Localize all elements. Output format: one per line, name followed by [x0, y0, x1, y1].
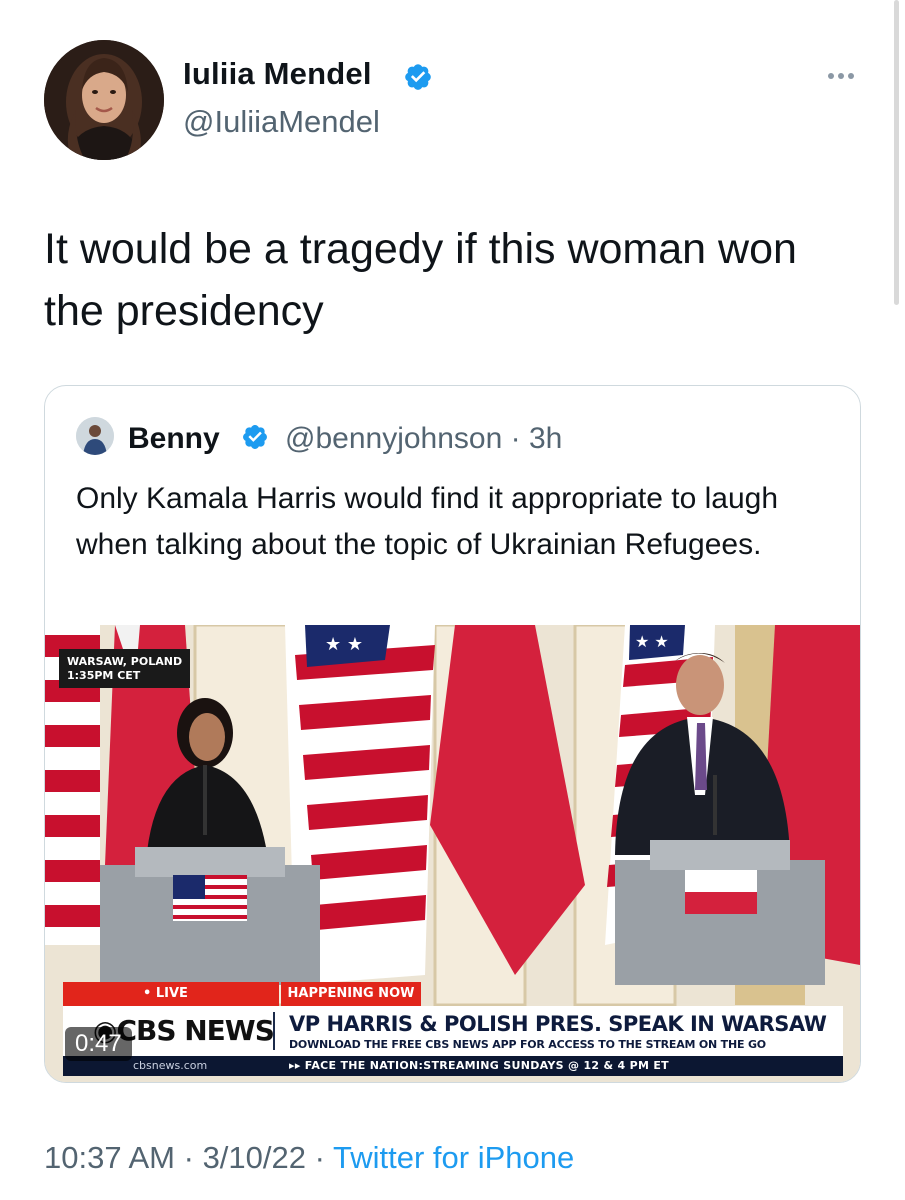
news-ticker: cbsnews.com ▸▸ FACE THE NATION:STREAMING…	[63, 1056, 843, 1076]
quoted-author-handle[interactable]: @bennyjohnson	[285, 422, 502, 455]
tweet-time[interactable]: 10:37 AM	[44, 1140, 175, 1175]
ticker-text: ▸▸ FACE THE NATION:STREAMING SUNDAYS @ 1…	[289, 1059, 669, 1072]
author-handle[interactable]: @IuliiaMendel	[183, 104, 380, 140]
dateline-location: WARSAW, POLAND	[67, 655, 183, 668]
quoted-tweet-text: Only Kamala Harris would find it appropr…	[76, 482, 779, 561]
tweet-source-link[interactable]: Twitter for iPhone	[333, 1140, 574, 1175]
quoted-tweet-card[interactable]: Benny @bennyjohnson · 3h Only Kamala Har…	[44, 385, 861, 1083]
lower-third-divider	[273, 1012, 275, 1050]
ticker-site: cbsnews.com	[133, 1059, 208, 1072]
happening-now-label: HAPPENING NOW	[281, 982, 421, 1006]
verified-badge-icon	[405, 64, 431, 90]
svg-text:★ ★: ★ ★	[635, 632, 669, 651]
timestamp-separator-2: ·	[314, 1140, 325, 1175]
news-headline: VP HARRIS & POLISH PRES. SPEAK IN WARSAW	[289, 1012, 827, 1036]
author-avatar[interactable]	[44, 40, 164, 160]
video-duration: 0:47	[65, 1027, 132, 1061]
timestamp-separator-1: ·	[183, 1140, 194, 1175]
video-dateline: WARSAW, POLAND 1:35PM CET	[59, 649, 191, 688]
news-subline: DOWNLOAD THE FREE CBS NEWS APP FOR ACCES…	[289, 1038, 766, 1051]
quoted-author-avatar[interactable]	[76, 417, 114, 455]
news-lower-third: ◉CBS NEWS VP HARRIS & POLISH PRES. SPEAK…	[63, 1006, 843, 1056]
dateline-time: 1:35PM CET	[67, 669, 141, 682]
video-player[interactable]: ★ ★ ★ ★ WARSAW, POLAND 1:35PM CET • LIVE…	[45, 625, 860, 1082]
meta-separator: ·	[510, 422, 521, 455]
tweet-timestamp: 10:37 AM · 3/10/22 · Twitter for iPhone	[44, 1140, 574, 1176]
tweet-date[interactable]: 3/10/22	[203, 1140, 306, 1175]
author-name[interactable]: Iuliia Mendel	[183, 56, 372, 92]
tweet-text: It would be a tragedy if this woman won …	[44, 225, 797, 335]
quoted-verified-badge-icon	[243, 425, 267, 449]
live-badge: • LIVE	[63, 982, 279, 1006]
quoted-time-ago[interactable]: 3h	[529, 422, 562, 455]
page-scrollbar[interactable]	[894, 0, 899, 305]
quoted-author-name[interactable]: Benny	[128, 422, 220, 456]
svg-text:★ ★: ★ ★	[325, 634, 363, 655]
more-horizontal-icon	[828, 73, 834, 79]
quoted-meta: @bennyjohnson · 3h	[285, 422, 562, 456]
more-options-button[interactable]	[822, 66, 860, 86]
